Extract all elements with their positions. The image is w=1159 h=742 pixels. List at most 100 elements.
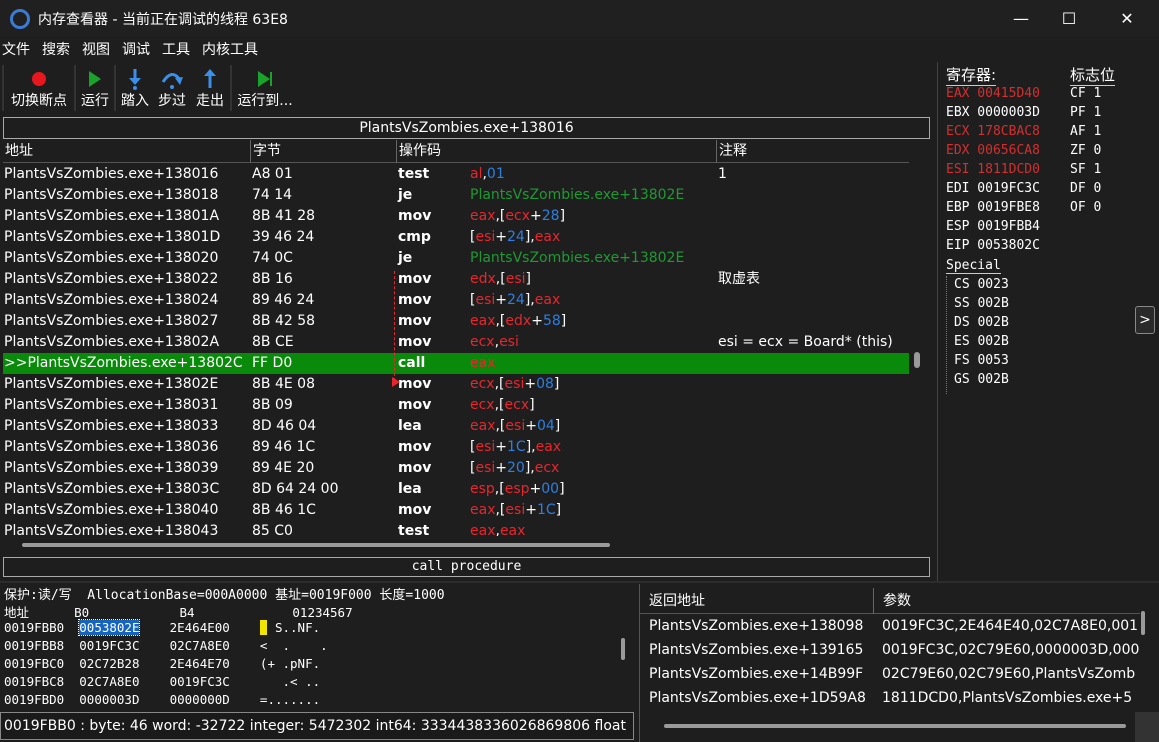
hex-row[interactable]: 0019FBC0 02C72B28 2E464E70 (+ .pNF. bbox=[4, 656, 320, 671]
flag-value[interactable]: PF 1 bbox=[1070, 105, 1101, 120]
stack-row[interactable]: PlantsVsZombies.exe+1D59A8 1811DCD0,Plant… bbox=[649, 686, 1139, 710]
menu-search[interactable]: 搜索 bbox=[40, 39, 76, 59]
step-into-button[interactable]: 踏入 bbox=[118, 62, 152, 114]
disasm-row[interactable]: PlantsVsZombies.exe+138033 8D 46 04 lea eax… bbox=[3, 416, 909, 437]
col-comment[interactable]: 注释 bbox=[717, 140, 909, 163]
menu-file[interactable]: 文件 bbox=[0, 39, 36, 59]
register-value[interactable]: EDX 00656CA8 bbox=[946, 143, 1040, 158]
row-operands: eax bbox=[470, 353, 495, 374]
hex-value[interactable]: 2E464E00 bbox=[170, 620, 230, 635]
stack-row[interactable]: PlantsVsZombies.exe+138098 0019FC3C,2E464… bbox=[649, 614, 1139, 638]
flag-value[interactable]: OF 0 bbox=[1070, 200, 1101, 215]
disasm-row[interactable]: PlantsVsZombies.exe+138036 89 46 1C mov [es… bbox=[3, 437, 909, 458]
hex-ascii[interactable]: =....... bbox=[260, 692, 320, 707]
hex-value[interactable]: 02C72B28 bbox=[79, 656, 139, 671]
disasm-row[interactable]: >>PlantsVsZombies.exe+13802C FF D0 call eax bbox=[3, 353, 909, 374]
step-over-button[interactable]: 步过 bbox=[152, 62, 192, 114]
menu-view[interactable]: 视图 bbox=[80, 39, 116, 59]
menu-tools[interactable]: 工具 bbox=[160, 39, 196, 59]
flag-value[interactable]: CF 1 bbox=[1070, 86, 1101, 101]
hex-value[interactable]: 02C7A8E0 bbox=[170, 638, 230, 653]
disasm-row[interactable]: PlantsVsZombies.exe+138027 8B 42 58 mov eax… bbox=[3, 311, 909, 332]
minimize-button[interactable]: — bbox=[995, 0, 1047, 37]
close-button[interactable]: ✕ bbox=[1101, 0, 1153, 37]
flag-value[interactable]: DF 0 bbox=[1070, 181, 1101, 196]
hex-value[interactable]: 2E464E70 bbox=[170, 656, 230, 671]
hex-ascii[interactable]: (+ .pNF. bbox=[260, 656, 320, 671]
hex-row[interactable]: 0019FBC8 02C7A8E0 0019FC3C .< .. bbox=[4, 674, 320, 689]
maximize-button[interactable]: ☐ bbox=[1043, 0, 1095, 37]
run-to-button[interactable]: 运行到... bbox=[234, 62, 296, 114]
col-return-address[interactable]: 返回地址 bbox=[640, 588, 874, 614]
disasm-row[interactable]: PlantsVsZombies.exe+138022 8B 16 mov edx,[e… bbox=[3, 269, 909, 290]
segment-register[interactable]: FS 0053 bbox=[954, 353, 1009, 368]
segment-register[interactable]: GS 002B bbox=[954, 372, 1009, 387]
col-address[interactable]: 地址 bbox=[3, 140, 251, 163]
operand-token: eax bbox=[534, 229, 561, 245]
operand-token: ecx bbox=[470, 376, 495, 392]
disasm-row[interactable]: PlantsVsZombies.exe+13801D 39 46 24 cmp [es… bbox=[3, 227, 909, 248]
register-value[interactable]: EAX 00415D40 bbox=[946, 86, 1040, 101]
segment-register[interactable]: DS 002B bbox=[954, 315, 1009, 330]
hex-value[interactable]: 02C7A8E0 bbox=[79, 674, 139, 689]
menu-kernel-tools[interactable]: 内核工具 bbox=[200, 39, 264, 59]
register-value[interactable]: ESP 0019FBB4 bbox=[946, 219, 1040, 234]
col-parameters[interactable]: 参数 bbox=[874, 588, 1140, 614]
register-value[interactable]: EDI 0019FC3C bbox=[946, 181, 1040, 196]
menu-debug[interactable]: 调试 bbox=[120, 39, 156, 59]
segment-register[interactable]: CS 0023 bbox=[954, 277, 1009, 292]
hex-value[interactable]: 0000003D bbox=[79, 692, 139, 707]
hex-ascii[interactable]: S..NF. bbox=[259, 620, 320, 635]
col-bytes[interactable]: 字节 bbox=[251, 140, 397, 163]
disasm-row[interactable]: PlantsVsZombies.exe+138018 74 14 je PlantsV… bbox=[3, 185, 909, 206]
hex-value[interactable]: 0000000D bbox=[170, 692, 230, 707]
disasm-address-header[interactable]: PlantsVsZombies.exe+138016 bbox=[3, 117, 930, 139]
stack-horizontal-scrollbar[interactable] bbox=[664, 724, 1126, 728]
register-value[interactable]: EBX 0000003D bbox=[946, 105, 1040, 120]
run-button[interactable]: 运行 bbox=[78, 62, 112, 114]
register-value[interactable]: ESI 1811DCD0 bbox=[946, 162, 1040, 177]
flag-value[interactable]: AF 1 bbox=[1070, 124, 1101, 139]
disasm-horizontal-scrollbar[interactable] bbox=[22, 543, 610, 547]
hex-value[interactable]: 0019FC3C bbox=[79, 638, 139, 653]
hex-row[interactable]: 0019FBB0 0053802E 2E464E00 S..NF. bbox=[4, 619, 320, 636]
hex-scrollbar[interactable] bbox=[621, 638, 625, 660]
hex-ascii[interactable]: < . . bbox=[260, 638, 328, 653]
hex-value[interactable]: 0019FC3C bbox=[170, 674, 230, 689]
row-opcode: mov bbox=[398, 397, 432, 413]
operand-token: ecx bbox=[534, 460, 560, 476]
disasm-row[interactable]: PlantsVsZombies.exe+138040 8B 46 1C mov eax… bbox=[3, 500, 909, 521]
disasm-row[interactable]: PlantsVsZombies.exe+13803C 8D 64 24 00 lea… bbox=[3, 479, 909, 500]
flag-value[interactable]: ZF 0 bbox=[1070, 143, 1101, 158]
stack-scrollbar[interactable] bbox=[1141, 611, 1145, 635]
disasm-row[interactable]: PlantsVsZombies.exe+13802A 8B CE mov ecx,es… bbox=[3, 332, 909, 353]
register-value[interactable]: EBP 0019FBE8 bbox=[946, 200, 1040, 215]
register-value[interactable]: ECX 178CBAC8 bbox=[946, 124, 1040, 139]
stack-row[interactable]: PlantsVsZombies.exe+139165 0019FC3C,02C79… bbox=[649, 638, 1139, 662]
disasm-row[interactable]: PlantsVsZombies.exe+138020 74 0C je PlantsV… bbox=[3, 248, 909, 269]
hex-gap bbox=[230, 620, 260, 635]
disasm-row[interactable]: PlantsVsZombies.exe+138039 89 4E 20 mov [es… bbox=[3, 458, 909, 479]
row-opcode: lea bbox=[398, 481, 422, 497]
disasm-row[interactable]: PlantsVsZombies.exe+138043 85 C0 test eax,e… bbox=[3, 521, 909, 536]
hex-ascii[interactable]: .< .. bbox=[260, 674, 320, 689]
stack-row[interactable]: PlantsVsZombies.exe+14B99F 02C79E60,02C79… bbox=[649, 662, 1139, 686]
disasm-row[interactable]: PlantsVsZombies.exe+13801A 8B 41 28 mov eax… bbox=[3, 206, 909, 227]
toggle-breakpoint-button[interactable]: 切换断点 bbox=[6, 62, 72, 114]
hex-value[interactable]: 0053802E bbox=[78, 619, 141, 636]
segment-register[interactable]: SS 002B bbox=[954, 296, 1009, 311]
disasm-row[interactable]: PlantsVsZombies.exe+138031 8B 09 mov ecx,[e… bbox=[3, 395, 909, 416]
register-value[interactable]: EIP 0053802C bbox=[946, 238, 1040, 253]
hex-row[interactable]: 0019FBB8 0019FC3C 02C7A8E0 < . . bbox=[4, 638, 328, 653]
disasm-row[interactable]: PlantsVsZombies.exe+138016 A8 01 test al,01… bbox=[3, 164, 909, 185]
flag-value[interactable]: SF 1 bbox=[1070, 162, 1101, 177]
expand-panel-button[interactable]: > bbox=[1135, 306, 1155, 334]
col-opcode[interactable]: 操作码 bbox=[397, 140, 717, 163]
panel-divider[interactable] bbox=[0, 581, 1159, 583]
hex-row[interactable]: 0019FBD0 0000003D 0000000D =....... bbox=[4, 692, 320, 707]
step-out-button[interactable]: 走出 bbox=[192, 62, 228, 114]
disasm-scrollbar[interactable] bbox=[914, 352, 920, 368]
segment-register[interactable]: ES 002B bbox=[954, 334, 1009, 349]
disasm-row[interactable]: PlantsVsZombies.exe+13802E 8B 4E 08 mov ecx… bbox=[3, 374, 909, 395]
disasm-row[interactable]: PlantsVsZombies.exe+138024 89 46 24 mov [es… bbox=[3, 290, 909, 311]
